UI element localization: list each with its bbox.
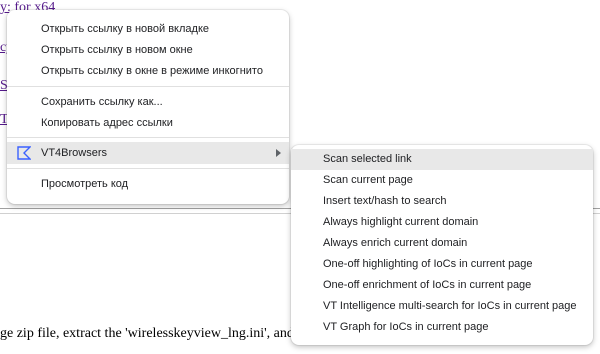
menu-separator bbox=[7, 86, 289, 87]
menu-save-link-as[interactable]: Сохранить ссылку как... bbox=[7, 91, 289, 113]
submenu-insert-text-hash[interactable]: Insert text/hash to search bbox=[291, 191, 593, 212]
menu-separator bbox=[7, 168, 289, 169]
submenu-one-off-enrichment[interactable]: One-off enrichment of IoCs in current pa… bbox=[291, 275, 593, 296]
submenu-one-off-highlighting[interactable]: One-off highlighting of IoCs in current … bbox=[291, 254, 593, 275]
submenu-arrow-icon bbox=[276, 149, 281, 157]
vt4browsers-logo-icon bbox=[17, 146, 31, 160]
context-menu: Открыть ссылку в новой вкладке Открыть с… bbox=[7, 10, 289, 204]
menu-vt4browsers[interactable]: VT4Browsers bbox=[7, 142, 289, 164]
submenu-scan-selected-link[interactable]: Scan selected link bbox=[291, 149, 593, 170]
menu-inspect[interactable]: Просмотреть код bbox=[7, 173, 289, 195]
submenu-scan-current-page[interactable]: Scan current page bbox=[291, 170, 593, 191]
menu-open-link-new-tab[interactable]: Открыть ссылку в новой вкладке bbox=[7, 18, 289, 40]
submenu-vt-graph[interactable]: VT Graph for IoCs in current page bbox=[291, 317, 593, 338]
vt4browsers-submenu: Scan selected link Scan current page Ins… bbox=[291, 145, 593, 345]
menu-separator bbox=[7, 137, 289, 138]
menu-copy-link-address[interactable]: Копировать адрес ссылки bbox=[7, 112, 289, 134]
menu-open-link-new-window[interactable]: Открыть ссылку в новом окне bbox=[7, 39, 289, 61]
menu-vt4browsers-label: VT4Browsers bbox=[41, 147, 108, 159]
menu-open-link-incognito[interactable]: Открыть ссылку в окне в режиме инкогнито bbox=[7, 60, 289, 82]
submenu-always-highlight-domain[interactable]: Always highlight current domain bbox=[291, 212, 593, 233]
submenu-vt-intelligence-search[interactable]: VT Intelligence multi-search for IoCs in… bbox=[291, 296, 593, 317]
submenu-always-enrich-domain[interactable]: Always enrich current domain bbox=[291, 233, 593, 254]
